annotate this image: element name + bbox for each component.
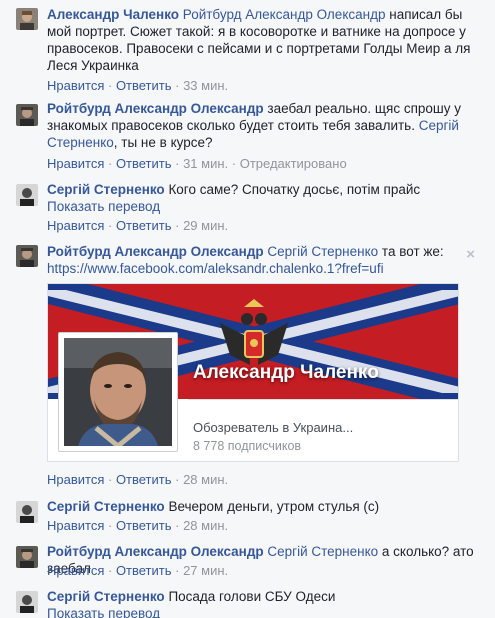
mention-link[interactable]: Сергій Стерненко	[267, 244, 378, 259]
card-title[interactable]: Александр Чаленко	[193, 362, 379, 384]
separator: ·	[171, 218, 184, 233]
comment-text: , ты не в курсе?	[113, 135, 213, 150]
profile-url-link[interactable]: https://www.facebook.com/aleksandr.chale…	[47, 260, 477, 277]
close-icon[interactable]: ×	[466, 246, 475, 263]
comment-author[interactable]: Александр Чаленко	[47, 7, 179, 22]
comment-text: Посада голови СБУ Одеси	[164, 589, 336, 604]
translate-link[interactable]: Показать перевод	[47, 605, 477, 618]
like-button[interactable]: Нравится	[47, 563, 104, 578]
avatar[interactable]	[16, 184, 38, 206]
separator: ·	[104, 78, 116, 93]
edited-link[interactable]: Отредактировано	[240, 156, 347, 171]
translate-link[interactable]: Показать перевод	[47, 198, 477, 215]
like-button[interactable]: Нравится	[47, 156, 104, 171]
avatar[interactable]	[16, 245, 38, 267]
comment-author[interactable]: Ройтбурд Александр Олександр	[47, 101, 264, 116]
comment-text: та вот же:	[378, 244, 444, 259]
comment-author[interactable]: Сергій Стерненко	[47, 589, 165, 604]
timestamp[interactable]: 31 мин.	[183, 156, 228, 171]
profile-photo	[58, 332, 178, 452]
comment-5: Сергій Стерненко Вечером деньги, утром с…	[0, 498, 495, 538]
comment-7: Сергій Стерненко Посада голови СБУ Одеси…	[0, 588, 495, 618]
divider	[188, 399, 458, 400]
comment-body: Сергій Стерненко Посада голови СБУ Одеси	[47, 588, 477, 605]
like-button[interactable]: Нравится	[47, 218, 104, 233]
separator: ·	[171, 472, 184, 487]
reply-button[interactable]: Ответить	[116, 518, 172, 533]
comment-author[interactable]: Сергій Стерненко	[47, 499, 165, 514]
separator: ·	[228, 156, 240, 171]
separator: ·	[104, 218, 116, 233]
comment-text: Кого саме? Спочатку досьє, потім прайс	[164, 182, 421, 197]
card-subtitle: Обозреватель в Украина...	[193, 420, 354, 435]
reply-button[interactable]: Ответить	[116, 78, 172, 93]
comment-body: Ройтбурд Александр Олександр заебал реал…	[47, 100, 477, 151]
like-button[interactable]: Нравится	[47, 472, 104, 487]
separator: ·	[104, 563, 116, 578]
timestamp[interactable]: 28 мин.	[183, 518, 228, 533]
comment-actions: Нравится · Ответить · 29 мин.	[47, 217, 477, 234]
comment-3: Сергій Стерненко Кого саме? Спочатку дос…	[0, 181, 495, 236]
comment-body: Ройтбурд Александр Олександр Сергій Стер…	[47, 243, 477, 260]
comment-body: Сергій Стерненко Вечером деньги, утром с…	[47, 498, 477, 515]
timestamp[interactable]: 29 мин.	[183, 218, 228, 233]
comment-actions: Нравится · Ответить · 33 мин.	[47, 77, 477, 94]
comment-6: Ройтбурд Александр Олександр Сергій Стер…	[0, 543, 495, 583]
separator: ·	[171, 156, 184, 171]
comment-author[interactable]: Ройтбурд Александр Олександр	[47, 244, 264, 259]
reply-button[interactable]: Ответить	[116, 472, 172, 487]
timestamp[interactable]: 28 мин.	[183, 472, 228, 487]
separator: ·	[104, 156, 116, 171]
comment-author[interactable]: Ройтбурд Александр Олександр	[47, 544, 264, 559]
comment-body: Сергій Стерненко Кого саме? Спочатку дос…	[47, 181, 477, 198]
mention-link[interactable]: Сергій Стерненко	[267, 544, 378, 559]
comment-body: Александр Чаленко Ройтбурд Александр Оле…	[47, 6, 477, 74]
separator: ·	[171, 563, 184, 578]
separator: ·	[171, 78, 184, 93]
separator: ·	[104, 472, 116, 487]
avatar[interactable]	[16, 501, 38, 523]
comment-2: Ройтбурд Александр Олександр заебал реал…	[0, 100, 495, 175]
reply-button[interactable]: Ответить	[116, 156, 172, 171]
like-button[interactable]: Нравится	[47, 518, 104, 533]
avatar[interactable]	[16, 546, 38, 568]
timestamp[interactable]: 33 мин.	[183, 78, 228, 93]
mention-link[interactable]: Ройтбурд Александр Олександр	[183, 7, 386, 22]
comment-actions: Нравится · Ответить · 31 мин. · Отредакт…	[47, 155, 477, 172]
like-button[interactable]: Нравится	[47, 78, 104, 93]
separator: ·	[104, 518, 116, 533]
comment-actions: Нравится · Ответить · 28 мин.	[47, 471, 477, 488]
comment-actions: Нравится · Ответить · 28 мин.	[47, 517, 477, 534]
separator: ·	[171, 518, 184, 533]
timestamp[interactable]: 27 мин.	[183, 563, 228, 578]
comment-actions: Нравится · Ответить · 27 мин.	[47, 562, 477, 579]
avatar[interactable]	[16, 104, 38, 126]
comment-1: Александр Чаленко Ройтбурд Александр Оле…	[0, 6, 495, 96]
avatar[interactable]	[16, 591, 38, 613]
card-subscribers: 8 778 подписчиков	[193, 439, 302, 453]
comment-author[interactable]: Сергій Стерненко	[47, 182, 165, 197]
profile-preview-card[interactable]: Александр Чаленко Обозреватель в Украина…	[47, 283, 459, 462]
reply-button[interactable]: Ответить	[116, 563, 172, 578]
avatar[interactable]	[16, 8, 38, 30]
comment-text: Вечером деньги, утром стулья (с)	[164, 499, 380, 514]
reply-button[interactable]: Ответить	[116, 218, 172, 233]
